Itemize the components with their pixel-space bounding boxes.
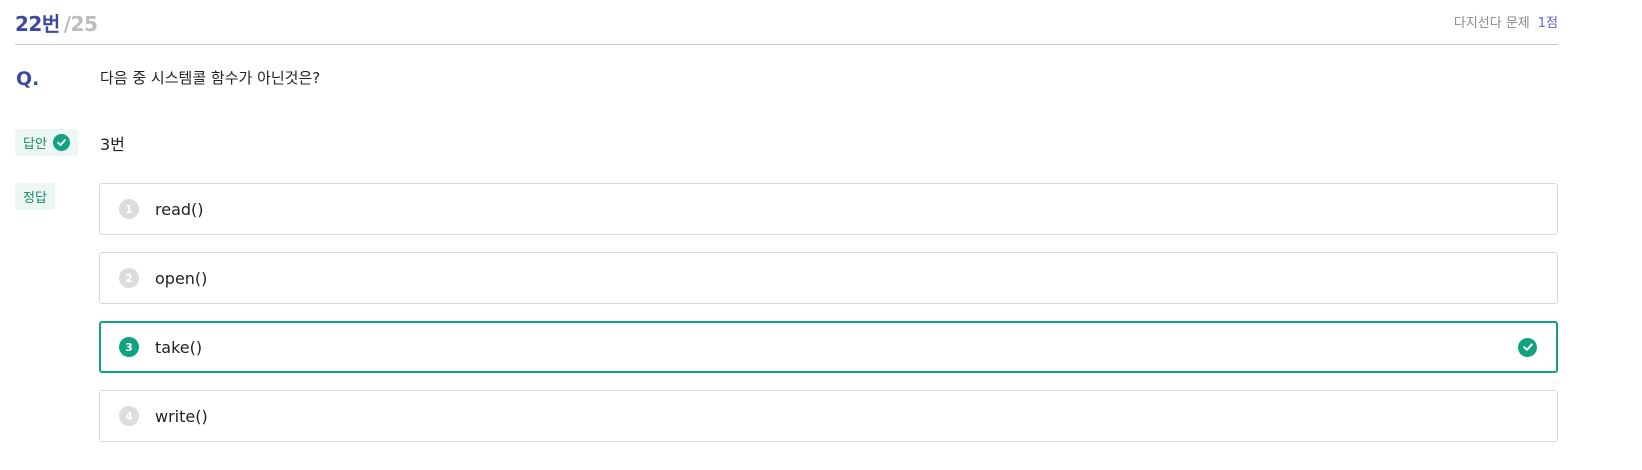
question-text: 다음 중 시스템콜 함수가 아닌것은?	[100, 69, 321, 87]
question-type: 다지선다 문제	[1453, 16, 1530, 31]
option-number: 1	[119, 199, 139, 219]
my-answer-value: 3번	[100, 135, 125, 154]
question-meta: 다지선다 문제 1점	[1454, 12, 1558, 31]
option-number: 2	[119, 268, 139, 288]
question-points: 1점	[1537, 16, 1558, 31]
option-number: 3	[119, 337, 139, 357]
option-text: write()	[155, 406, 208, 426]
option-text: open()	[155, 268, 208, 288]
correct-check-icon	[1518, 337, 1537, 357]
question-label: Q.	[16, 68, 40, 90]
quiz-result-page: 22번/25 다지선다 문제 1점 Q. 다음 중 시스템콜 함수가 아닌것은? …	[0, 0, 1642, 470]
option-1[interactable]: 1 read()	[99, 183, 1558, 235]
correct-answer-label: 정답	[23, 191, 47, 206]
option-4[interactable]: 4 write()	[99, 390, 1558, 442]
option-3[interactable]: 3 take()	[99, 321, 1558, 373]
option-text: read()	[155, 199, 204, 219]
option-2[interactable]: 2 open()	[99, 252, 1558, 304]
my-answer-label: 답안	[23, 137, 47, 152]
option-number: 4	[119, 406, 139, 426]
question-number: 22번	[15, 12, 60, 36]
option-list: 1 read() 2 open() 3 take() 4 write()	[99, 183, 1558, 459]
option-text: take()	[155, 337, 203, 357]
correct-answer-badge: 정답	[15, 183, 55, 210]
question-total: /25	[63, 12, 98, 36]
question-counter: 22번/25	[15, 8, 98, 37]
my-answer-badge: 답안	[15, 129, 78, 156]
check-circle-icon	[52, 134, 70, 151]
question-header: 22번/25 다지선다 문제 1점	[15, 0, 1558, 45]
